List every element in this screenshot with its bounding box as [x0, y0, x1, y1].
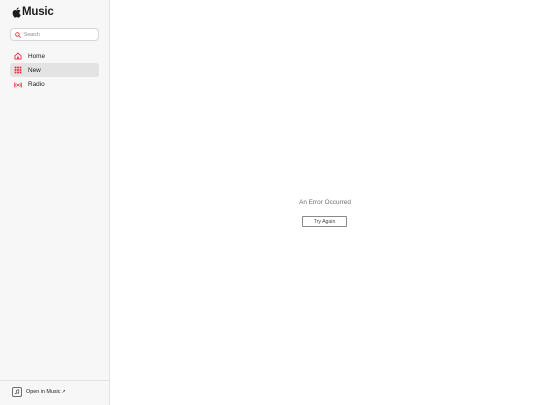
apple-music-logo[interactable]: Music [12, 6, 54, 18]
sidebar-item-label: Home [28, 52, 46, 60]
search-icon [15, 31, 21, 38]
sidebar-item-label: New [28, 66, 41, 74]
sidebar-nav: Home New Radio [10, 49, 99, 92]
sidebar-item-radio[interactable]: Radio [10, 78, 99, 92]
music-note-icon [12, 387, 22, 397]
try-again-button[interactable]: Try Again [302, 216, 347, 227]
search-box[interactable] [10, 28, 99, 41]
external-arrow-icon: ↗ [61, 389, 66, 395]
sidebar: Music Home [0, 0, 110, 405]
open-in-music-label: Open in Music [26, 389, 61, 395]
apple-icon [12, 6, 21, 18]
sidebar-item-label: Radio [28, 81, 45, 89]
search-input[interactable] [24, 31, 98, 38]
sidebar-item-new[interactable]: New [10, 63, 99, 78]
radio-icon [13, 80, 22, 89]
home-icon [13, 52, 22, 61]
error-message: An Error Occurred [299, 199, 351, 206]
open-in-music-link[interactable]: Open in Music ↗ [12, 387, 66, 397]
grid-icon [13, 66, 22, 75]
logo-text: Music [22, 6, 54, 18]
sidebar-divider [0, 380, 110, 381]
sidebar-item-home[interactable]: Home [10, 49, 99, 63]
main-content: An Error Occurred Try Again [110, 0, 540, 405]
